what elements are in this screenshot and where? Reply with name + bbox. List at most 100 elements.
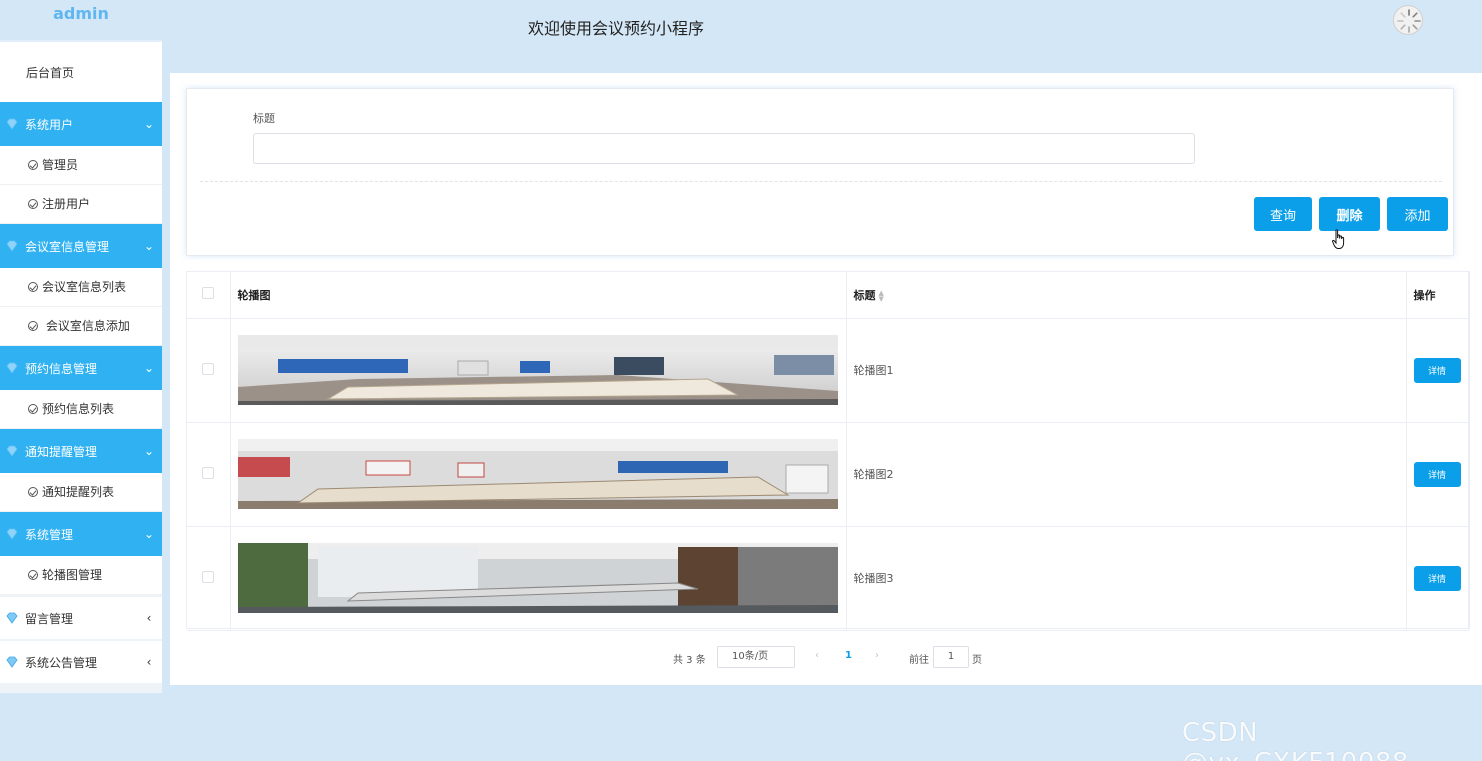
main-panel: 标题 查询 删除 添加 轮播图 标题 ▲ ▼ 操作 轮播图1 详情 轮播图2 详…: [170, 73, 1482, 685]
carousel-image-cell: [230, 526, 847, 631]
page-number-current[interactable]: 1: [845, 650, 852, 661]
search-label: 标题: [253, 112, 275, 125]
action-cell: 详情: [1406, 318, 1469, 423]
sidebar-group-messages[interactable]: 留言管理 ‹: [0, 595, 162, 639]
goto-label: 前往: [909, 655, 929, 666]
check-circle-icon: [28, 199, 38, 209]
sidebar-item-home[interactable]: 后台首页: [0, 42, 162, 102]
search-card: 标题 查询 删除 添加: [186, 88, 1454, 256]
pagination-total: 共 3 条: [673, 655, 706, 666]
chevron-down-icon: ⌄: [143, 239, 155, 253]
carousel-image-3[interactable]: [237, 543, 838, 613]
detail-button[interactable]: 详情: [1413, 461, 1461, 487]
column-header-title-label: 标题: [853, 288, 876, 302]
action-cell: 详情: [1406, 422, 1469, 527]
sidebar-group-label: 留言管理: [25, 611, 74, 626]
header-select-all-cell: [187, 272, 231, 319]
sidebar-group-notification[interactable]: 通知提醒管理 ⌄: [0, 429, 162, 473]
title-cell: 轮播图1: [846, 318, 1407, 423]
sidebar-item-carousel-management[interactable]: 轮播图管理: [0, 556, 162, 595]
sidebar-group-system-management[interactable]: 系统管理 ⌄: [0, 512, 162, 556]
sidebar-group-reservation[interactable]: 预约信息管理 ⌄: [0, 346, 162, 390]
chevron-down-icon: ⌄: [143, 117, 155, 131]
title-cell: 轮播图3: [846, 526, 1407, 631]
carousel-image-1[interactable]: [237, 335, 838, 405]
table-row: 轮播图2 详情: [187, 422, 1469, 527]
sidebar-item-meeting-room-list[interactable]: 会议室信息列表: [0, 268, 162, 307]
title-search-input[interactable]: [253, 133, 1195, 164]
sidebar: admin 后台首页 系统用户 ⌄ 管理员 注册用户 会议室信息管理 ⌄ 会议室…: [0, 0, 162, 693]
diamond-icon: [6, 118, 18, 130]
carousel-image-2[interactable]: [237, 439, 838, 509]
delete-button[interactable]: 删除: [1319, 197, 1380, 231]
sidebar-item-label: 会议室信息添加: [45, 319, 130, 333]
sidebar-item-admin[interactable]: 管理员: [0, 146, 162, 185]
row-checkbox[interactable]: [202, 362, 215, 375]
diamond-icon: [6, 240, 18, 252]
loading-spinner-icon: [1397, 9, 1421, 33]
sidebar-group-label: 通知提醒管理: [25, 444, 98, 459]
check-circle-icon: [28, 487, 38, 497]
brand-logo: admin: [0, 0, 162, 42]
diamond-icon: [6, 528, 18, 540]
sidebar-item-label: 通知提醒列表: [42, 485, 115, 499]
sidebar-group-announcements[interactable]: 系统公告管理 ‹: [0, 639, 162, 683]
sidebar-item-label: 轮播图管理: [42, 568, 103, 582]
detail-button[interactable]: 详情: [1413, 565, 1461, 591]
check-circle-icon: [28, 404, 38, 414]
column-header-title[interactable]: 标题 ▲ ▼: [846, 272, 1407, 319]
sidebar-item-notification-list[interactable]: 通知提醒列表: [0, 473, 162, 512]
sidebar-group-label: 会议室信息管理: [25, 239, 110, 254]
add-button[interactable]: 添加: [1387, 197, 1448, 231]
sidebar-group-meeting-room[interactable]: 会议室信息管理 ⌄: [0, 224, 162, 268]
check-circle-icon: [28, 160, 38, 170]
action-cell: 详情: [1406, 526, 1469, 631]
column-header-action: 操作: [1406, 272, 1469, 319]
sidebar-item-label: 预约信息列表: [42, 402, 115, 416]
sidebar-item-label: 管理员: [42, 158, 79, 172]
query-button[interactable]: 查询: [1254, 197, 1312, 231]
row-checkbox-cell: [187, 318, 231, 423]
check-circle-icon: [28, 321, 38, 331]
divider: [200, 181, 1442, 182]
carousel-image-cell: [230, 318, 847, 423]
sidebar-group-system-users[interactable]: 系统用户 ⌄: [0, 102, 162, 146]
goto-page-input[interactable]: 1: [933, 646, 969, 668]
row-checkbox-cell: [187, 422, 231, 527]
carousel-table: 轮播图 标题 ▲ ▼ 操作 轮播图1 详情 轮播图2 详情 轮播图3 详情: [186, 271, 1470, 631]
select-all-checkbox[interactable]: [202, 287, 215, 300]
pagination: 共 3 条 10条/页 ‹ 1 › 前往 1 页: [170, 646, 1482, 668]
chevron-down-icon: ⌄: [143, 361, 155, 375]
chevron-left-icon: ‹: [146, 611, 152, 625]
row-checkbox[interactable]: [202, 570, 215, 583]
check-circle-icon: [28, 570, 38, 580]
avatar[interactable]: [1393, 5, 1423, 35]
diamond-icon: [6, 656, 18, 668]
row-checkbox-cell: [187, 526, 231, 631]
check-circle-icon: [28, 282, 38, 292]
sidebar-group-label: 系统公告管理: [25, 655, 98, 670]
chevron-left-icon: ‹: [146, 655, 152, 669]
table-row: 轮播图1 详情: [187, 318, 1469, 423]
diamond-icon: [6, 612, 18, 624]
sidebar-item-meeting-room-add[interactable]: 会议室信息添加: [0, 307, 162, 346]
column-header-image: 轮播图: [230, 272, 847, 319]
chevron-left-icon[interactable]: ‹: [815, 650, 819, 661]
sidebar-group-label: 预约信息管理: [25, 361, 98, 376]
row-checkbox[interactable]: [202, 466, 215, 479]
table-row: 轮播图3 详情: [187, 526, 1469, 631]
detail-button[interactable]: 详情: [1413, 357, 1461, 383]
sidebar-item-registered-users[interactable]: 注册用户: [0, 185, 162, 224]
page-size-select[interactable]: 10条/页: [717, 646, 795, 668]
diamond-icon: [6, 445, 18, 457]
title-cell: 轮播图2: [846, 422, 1407, 527]
diamond-icon: [6, 362, 18, 374]
chevron-down-icon: ⌄: [143, 444, 155, 458]
sort-icon[interactable]: ▲ ▼: [879, 289, 884, 302]
sidebar-item-reservation-list[interactable]: 预约信息列表: [0, 390, 162, 429]
sidebar-item-label: 会议室信息列表: [42, 280, 127, 294]
chevron-down-icon: ⌄: [143, 527, 155, 541]
sidebar-item-label: 注册用户: [42, 197, 91, 211]
chevron-right-icon[interactable]: ›: [875, 650, 879, 661]
table-header-row: 轮播图 标题 ▲ ▼ 操作: [187, 272, 1469, 319]
